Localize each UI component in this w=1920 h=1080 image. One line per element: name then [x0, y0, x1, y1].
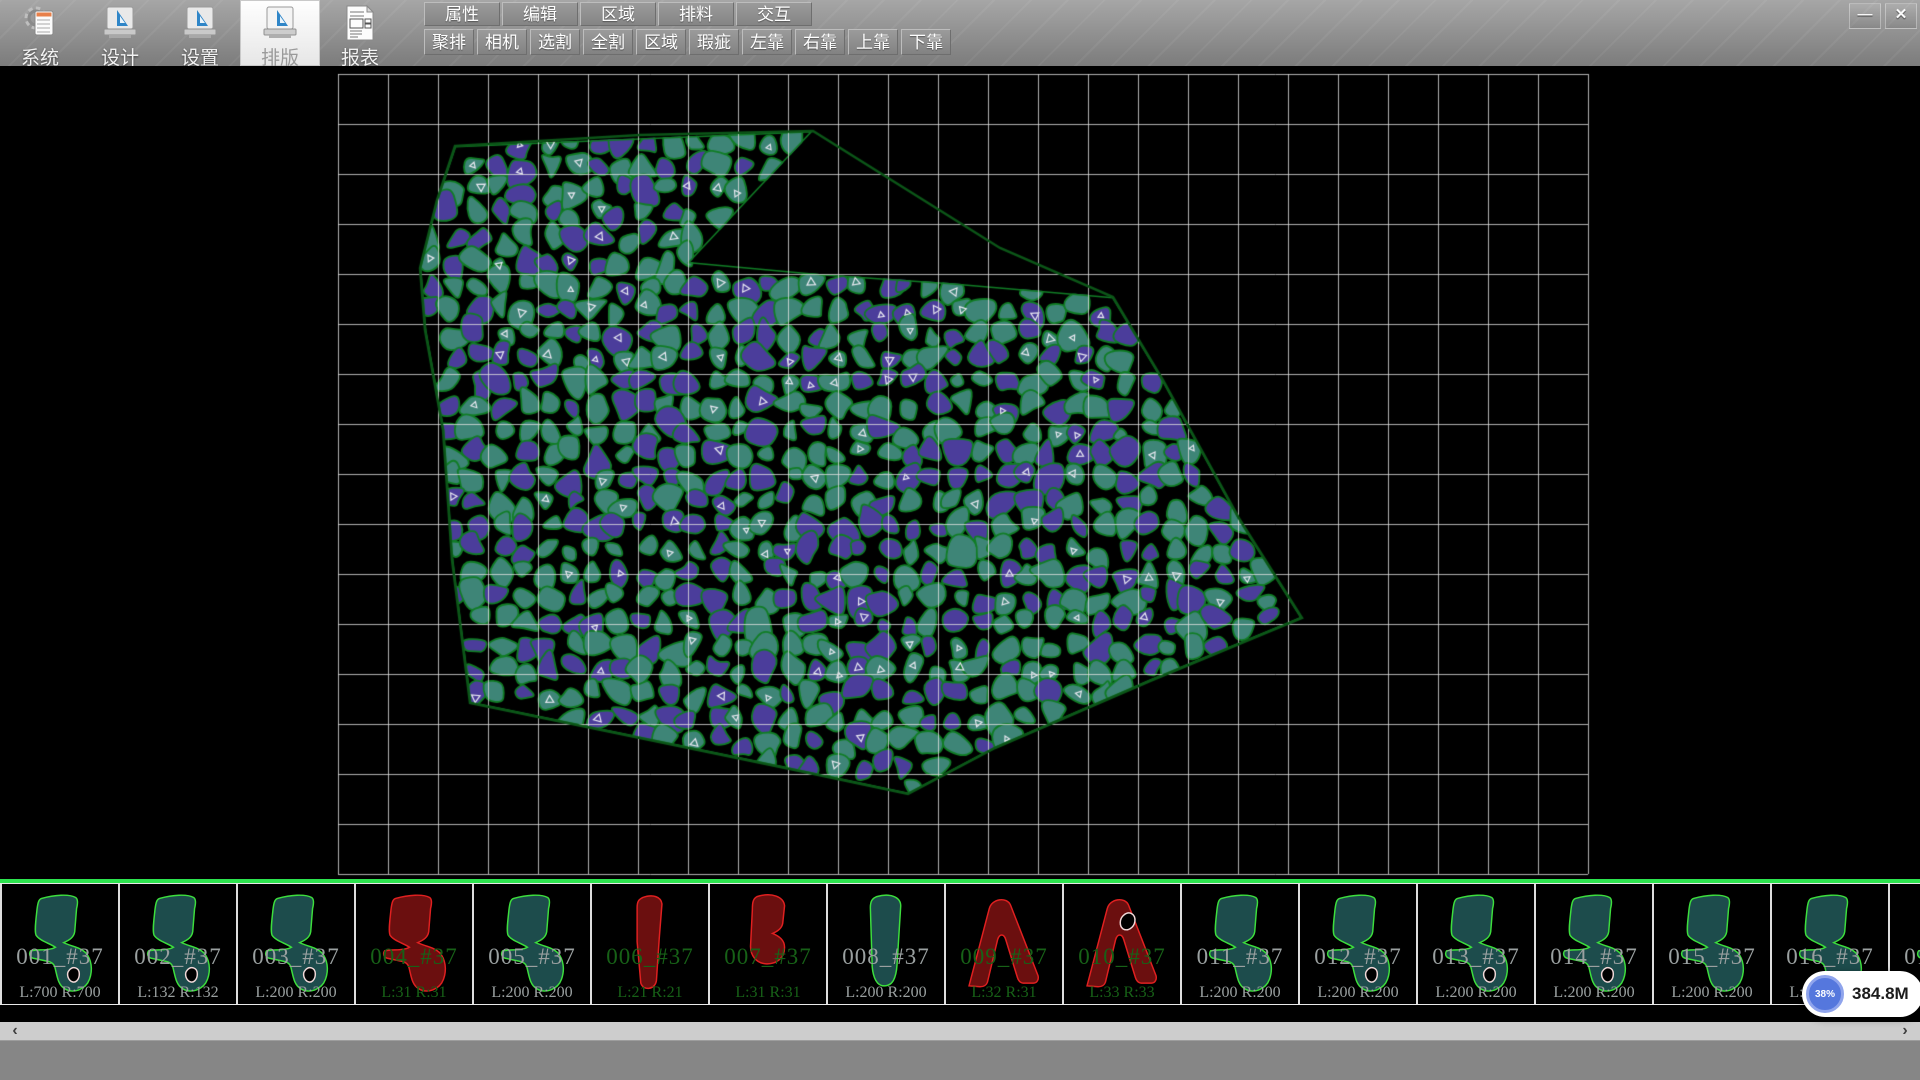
thumbnail-cell[interactable]: 005_#37 L:200 R:200 — [474, 884, 592, 1004]
piece-label: 003_#37 — [238, 944, 354, 970]
design-ruler-icon — [100, 3, 140, 48]
tool-button-上靠[interactable]: 上靠 — [848, 29, 898, 55]
piece-quantity: L:21 R:21 — [592, 984, 708, 1002]
tool-button-聚排[interactable]: 聚排 — [424, 29, 474, 55]
menu-tab-编辑[interactable]: 编辑 — [502, 2, 578, 26]
nesting-canvas[interactable] — [0, 66, 1920, 879]
nesting-application-window: 系统设计设置排版报表 属性编辑区域排料交互 聚排相机选割全割区域瑕疵左靠右靠上靠… — [0, 0, 1920, 1080]
piece-thumbnail-strip: 001_#37 L:700 R:700002_#37 L:132 R:132003_… — [0, 883, 1920, 1005]
horizontal-scrollbar[interactable]: ‹ › — [0, 1022, 1920, 1040]
progress-circle-icon: 38% — [1806, 975, 1844, 1013]
scroll-right-button[interactable]: › — [1890, 1022, 1920, 1040]
piece-quantity: L:200 R:200 — [474, 984, 590, 1002]
menu-tab-区域[interactable]: 区域 — [580, 2, 656, 26]
piece-label: 014_#37 — [1536, 944, 1652, 970]
piece-label: 008_#37 — [828, 944, 944, 970]
report-doc-icon — [340, 3, 380, 48]
piece-label: 002_#37 — [120, 944, 236, 970]
tool-button-全割[interactable]: 全割 — [583, 29, 633, 55]
piece-label: 001_#37 — [2, 944, 118, 970]
piece-label: 016_#37 — [1772, 944, 1888, 970]
thumbnail-cell[interactable]: 010_#37 L:33 R:33 — [1064, 884, 1182, 1004]
system-gear-icon — [20, 3, 60, 48]
mode-button-系统[interactable]: 系统 — [0, 0, 80, 66]
piece-quantity: L:200 R:200 — [1182, 984, 1298, 1002]
thumbnail-cell[interactable]: 007_#37 L:31 R:31 — [710, 884, 828, 1004]
piece-quantity: L:132 R:132 — [120, 984, 236, 1002]
piece-quantity: L:200 R:200 — [238, 984, 354, 1002]
mode-button-设计[interactable]: 设计 — [80, 0, 160, 66]
menu-tab-排料[interactable]: 排料 — [658, 2, 734, 26]
window-controls: — ✕ — [1849, 3, 1917, 29]
tool-button-右靠[interactable]: 右靠 — [795, 29, 845, 55]
piece-quantity: L:700 R:700 — [2, 984, 118, 1002]
piece-quantity: L:200 R:200 — [1418, 984, 1534, 1002]
piece-label: 010_#37 — [1064, 944, 1180, 970]
menu-tab-属性[interactable]: 属性 — [424, 2, 500, 26]
piece-label: 006_#37 — [592, 944, 708, 970]
tool-button-选割[interactable]: 选割 — [530, 29, 580, 55]
mode-button-排版[interactable]: 排版 — [240, 0, 320, 66]
close-button[interactable]: ✕ — [1885, 3, 1917, 29]
progress-percent: 38% — [1815, 989, 1835, 1000]
mode-button-设置[interactable]: 设置 — [160, 0, 240, 66]
tool-button-左靠[interactable]: 左靠 — [742, 29, 792, 55]
piece-quantity: L:200 R:200 — [1536, 984, 1652, 1002]
download-progress-badge[interactable]: 38% 384.8M — [1802, 971, 1920, 1017]
mode-button-报表[interactable]: 报表 — [320, 0, 400, 66]
tool-button-下靠[interactable]: 下靠 — [901, 29, 951, 55]
nesting-ruler-icon — [260, 3, 300, 48]
piece-quantity: L:33 R:33 — [1064, 984, 1180, 1002]
thumbnail-cell[interactable]: 015_#37 L:200 R:200 — [1654, 884, 1772, 1004]
status-bar — [0, 1040, 1920, 1080]
tool-button-row: 聚排相机选割全割区域瑕疵左靠右靠上靠下靠 — [424, 29, 951, 55]
thumbnail-cell[interactable]: 006_#37 L:21 R:21 — [592, 884, 710, 1004]
piece-quantity: L:32 R:31 — [946, 984, 1062, 1002]
scroll-left-button[interactable]: ‹ — [0, 1022, 30, 1040]
piece-label: 005_#37 — [474, 944, 590, 970]
minimize-button[interactable]: — — [1849, 3, 1881, 29]
thumbnail-cell[interactable]: 002_#37 L:132 R:132 — [120, 884, 238, 1004]
piece-label: 004_#37 — [356, 944, 472, 970]
menu-rows: 属性编辑区域排料交互 聚排相机选割全割区域瑕疵左靠右靠上靠下靠 — [424, 0, 951, 55]
main-mode-buttons: 系统设计设置排版报表 — [0, 0, 400, 66]
piece-quantity: L:31 R:31 — [356, 984, 472, 1002]
thumbnail-cell[interactable]: 014_#37 L:200 R:200 — [1536, 884, 1654, 1004]
progress-size-label: 384.8M — [1852, 984, 1909, 1004]
thumbnail-cell[interactable]: 001_#37 L:700 R:700 — [0, 884, 120, 1004]
piece-label: 017_#37 — [1890, 944, 1920, 970]
thumbnail-cell[interactable]: 011_#37 L:200 R:200 — [1182, 884, 1300, 1004]
menu-tab-交互[interactable]: 交互 — [736, 2, 812, 26]
tool-button-区域[interactable]: 区域 — [636, 29, 686, 55]
thumbnail-cell[interactable]: 003_#37 L:200 R:200 — [238, 884, 356, 1004]
piece-quantity: L:200 R:200 — [828, 984, 944, 1002]
piece-label: 007_#37 — [710, 944, 826, 970]
piece-label: 012_#37 — [1300, 944, 1416, 970]
piece-label: 013_#37 — [1418, 944, 1534, 970]
piece-quantity: L:200 R:200 — [1300, 984, 1416, 1002]
settings-ruler-icon — [180, 3, 220, 48]
piece-quantity: L:200 R:200 — [1654, 984, 1770, 1002]
thumbnail-cell[interactable]: 009_#37 L:32 R:31 — [946, 884, 1064, 1004]
thumbnail-cell[interactable]: 012_#37 L:200 R:200 — [1300, 884, 1418, 1004]
thumbnail-cell[interactable]: 013_#37 L:200 R:200 — [1418, 884, 1536, 1004]
menu-tab-row: 属性编辑区域排料交互 — [424, 2, 951, 26]
toolbar: 系统设计设置排版报表 属性编辑区域排料交互 聚排相机选割全割区域瑕疵左靠右靠上靠… — [0, 0, 1920, 67]
tool-button-相机[interactable]: 相机 — [477, 29, 527, 55]
piece-label: 015_#37 — [1654, 944, 1770, 970]
thumbnail-cell[interactable]: 004_#37 L:31 R:31 — [356, 884, 474, 1004]
piece-label: 011_#37 — [1182, 944, 1298, 970]
piece-quantity: L:31 R:31 — [710, 984, 826, 1002]
thumbnail-cell[interactable]: 008_#37 L:200 R:200 — [828, 884, 946, 1004]
tool-button-瑕疵[interactable]: 瑕疵 — [689, 29, 739, 55]
piece-label: 009_#37 — [946, 944, 1062, 970]
